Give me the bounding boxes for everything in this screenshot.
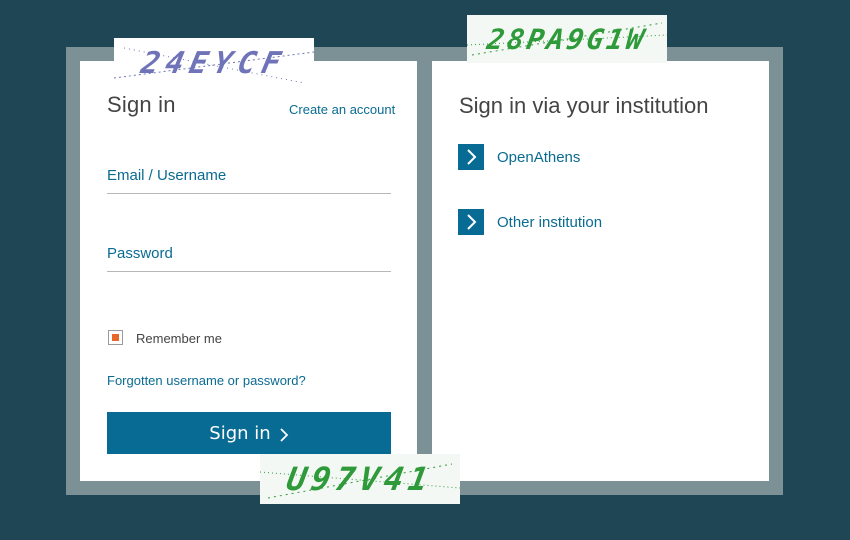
checkbox-checked-mark (112, 334, 119, 341)
chevron-right-icon (458, 209, 484, 235)
email-field[interactable] (107, 166, 395, 194)
password-field[interactable] (107, 244, 395, 272)
captcha-image: 24EYCF (114, 38, 314, 88)
password-underline (107, 271, 391, 272)
other-institution-label: Other institution (497, 213, 603, 231)
institution-title: Sign in via your institution (459, 93, 709, 118)
chevron-right-icon (458, 144, 484, 170)
captcha-image: U97V41 (260, 454, 460, 504)
create-account-link[interactable]: Create an account (289, 102, 395, 117)
remember-me-label: Remember me (136, 331, 222, 346)
captcha-image: 28PA9G1W (467, 15, 667, 63)
openathens-option[interactable]: OpenAthens (458, 144, 580, 170)
signin-title: Sign in (107, 92, 176, 117)
remember-me-checkbox[interactable] (108, 330, 123, 345)
email-underline (107, 193, 391, 194)
forgot-password-link[interactable]: Forgotten username or password? (107, 373, 306, 388)
sign-in-button-label: Sign in (209, 422, 271, 444)
sign-in-button[interactable]: Sign in (107, 412, 391, 454)
other-institution-option[interactable]: Other institution (458, 209, 602, 235)
institution-panel (432, 61, 769, 481)
chevron-right-icon (279, 426, 289, 442)
openathens-label: OpenAthens (497, 148, 581, 166)
